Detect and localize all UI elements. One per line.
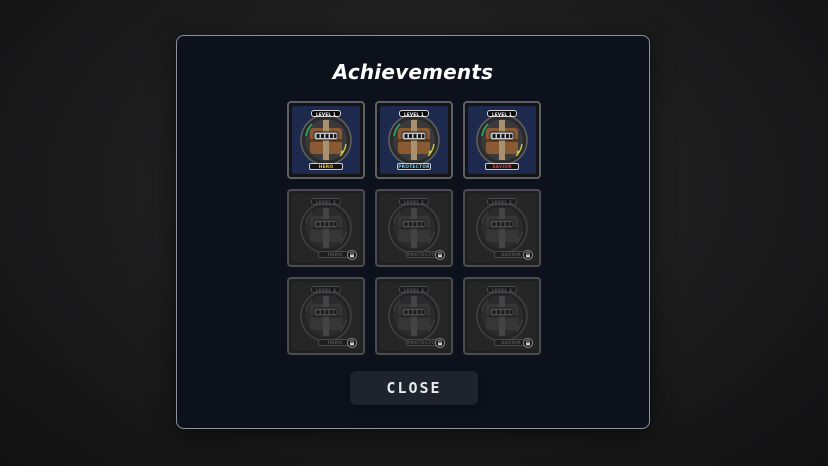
dialog-title: Achievements <box>332 60 494 84</box>
achievement-card-hero-level-1[interactable]: LEVEL 1 HERO <box>287 101 365 179</box>
achievement-card-inner: LEVEL 1 PROTECTOR <box>380 106 448 174</box>
lock-icon <box>435 250 445 260</box>
achievement-card-inner: LEVEL 3 SAVIOR <box>468 282 536 350</box>
achievement-level: LEVEL 2 <box>487 198 517 205</box>
lock-icon <box>523 250 533 260</box>
achievement-card-inner: LEVEL 2 PROTECTOR <box>380 194 448 262</box>
lock-icon <box>347 250 357 260</box>
achievement-card-savior-level-1[interactable]: LEVEL 1 SAVIOR <box>463 101 541 179</box>
achievement-card-savior-level-2[interactable]: LEVEL 2 SAVIOR <box>463 189 541 267</box>
lock-icon <box>435 338 445 348</box>
achievement-card-hero-level-2[interactable]: LEVEL 2 HERO <box>287 189 365 267</box>
lock-icon <box>523 338 533 348</box>
achievement-level: LEVEL 1 <box>487 110 517 117</box>
achievement-card-hero-level-3[interactable]: LEVEL 3 HERO <box>287 277 365 355</box>
achievement-card-inner: LEVEL 3 HERO <box>292 282 360 350</box>
achievement-card-inner: LEVEL 2 SAVIOR <box>468 194 536 262</box>
achievement-card-protector-level-1[interactable]: LEVEL 1 PROTECTOR <box>375 101 453 179</box>
achievement-level: LEVEL 3 <box>311 286 341 293</box>
achievement-level: LEVEL 2 <box>311 198 341 205</box>
achievement-card-inner: LEVEL 1 SAVIOR <box>468 106 536 174</box>
achievements-dialog: Achievements LEVEL 1 HERO LEVEL 1 PROTEC… <box>176 35 650 429</box>
achievement-level: LEVEL 1 <box>399 110 429 117</box>
achievement-level: LEVEL 2 <box>399 198 429 205</box>
achievement-level: LEVEL 1 <box>311 110 341 117</box>
achievement-card-savior-level-3[interactable]: LEVEL 3 SAVIOR <box>463 277 541 355</box>
achievement-card-protector-level-2[interactable]: LEVEL 2 PROTECTOR <box>375 189 453 267</box>
achievement-card-inner: LEVEL 3 PROTECTOR <box>380 282 448 350</box>
achievement-card-inner: LEVEL 1 HERO <box>292 106 360 174</box>
achievement-name: SAVIOR <box>485 163 519 170</box>
achievement-card-inner: LEVEL 2 HERO <box>292 194 360 262</box>
achievement-name: PROTECTOR <box>397 163 431 170</box>
close-button[interactable]: CLOSE <box>350 371 478 405</box>
achievement-name: HERO <box>309 163 343 170</box>
achievement-level: LEVEL 3 <box>487 286 517 293</box>
achievement-card-protector-level-3[interactable]: LEVEL 3 PROTECTOR <box>375 277 453 355</box>
achievement-grid: LEVEL 1 HERO LEVEL 1 PROTECTOR LEVEL 1 S… <box>287 101 541 355</box>
achievement-level: LEVEL 3 <box>399 286 429 293</box>
lock-icon <box>347 338 357 348</box>
